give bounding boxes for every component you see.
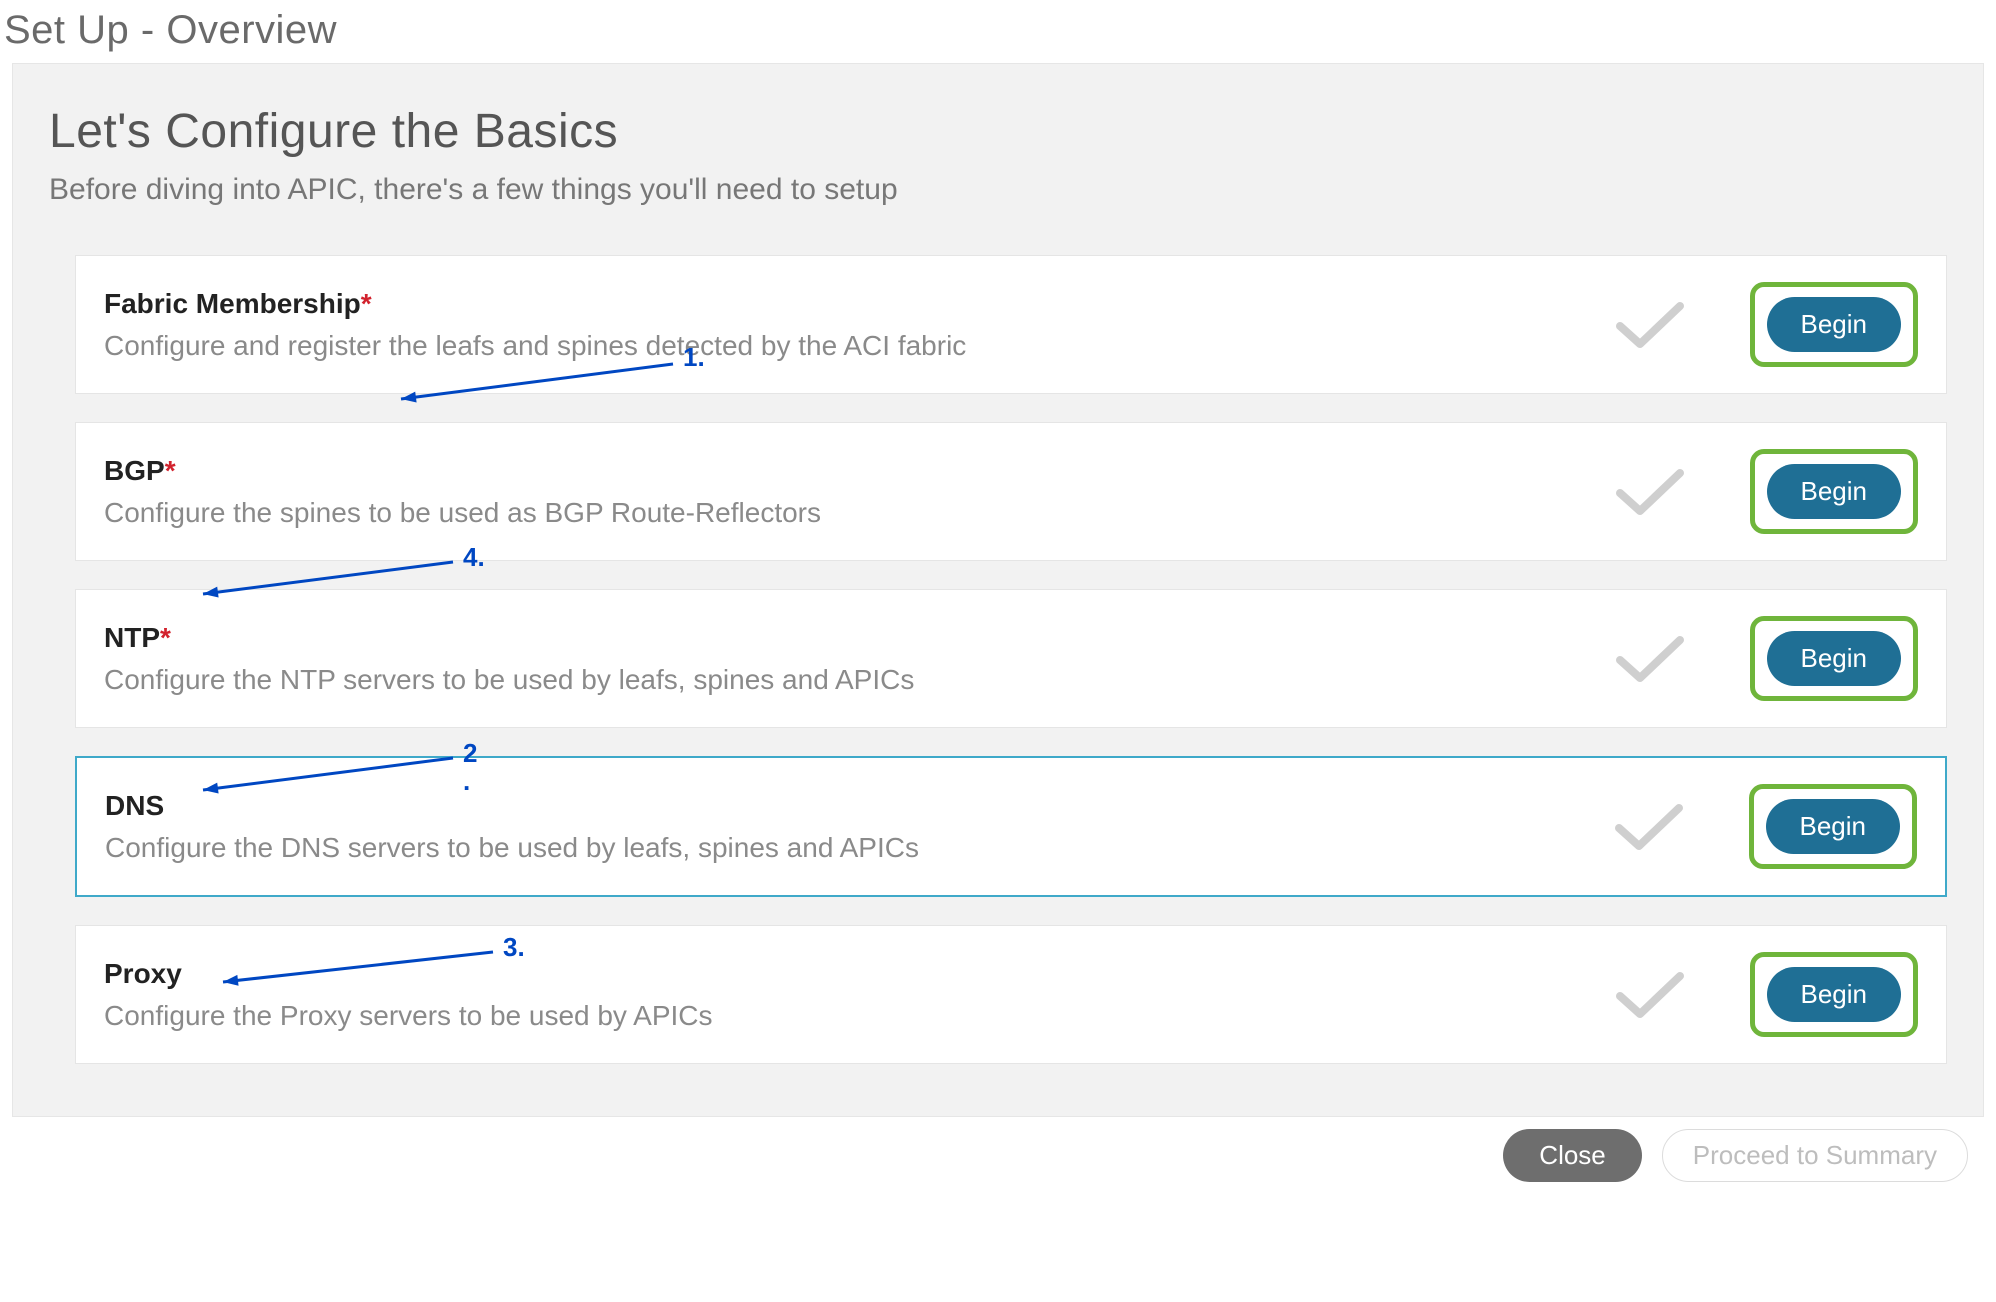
- setup-panel: Let's Configure the Basics Before diving…: [12, 63, 1984, 1117]
- page-title: Set Up - Overview: [0, 0, 1996, 63]
- card-title-label: NTP: [104, 622, 160, 653]
- check-icon: [1614, 632, 1686, 686]
- card-title-label: Fabric Membership: [104, 288, 361, 319]
- close-button[interactable]: Close: [1503, 1129, 1641, 1182]
- begin-button-proxy[interactable]: Begin: [1767, 967, 1902, 1022]
- required-asterisk: *: [165, 455, 176, 486]
- setup-cards-list: Fabric Membership*Configure and register…: [49, 255, 1947, 1064]
- card-title-label: DNS: [105, 790, 164, 821]
- card-text: Fabric Membership* Configure and register…: [104, 288, 1590, 362]
- check-icon: [1614, 968, 1686, 1022]
- begin-button-frame: Begin: [1749, 784, 1918, 869]
- hero-subtitle: Before diving into APIC, there's a few t…: [49, 173, 1947, 207]
- check-icon: [1614, 465, 1686, 519]
- status-check: [1590, 298, 1710, 352]
- status-check: [1590, 465, 1710, 519]
- card-description: Configure the Proxy servers to be used b…: [104, 1000, 1590, 1032]
- card-title-label: Proxy: [104, 958, 182, 989]
- card-title-label: BGP: [104, 455, 165, 486]
- begin-button-dns[interactable]: Begin: [1766, 799, 1901, 854]
- card-title: BGP*: [104, 455, 1590, 487]
- required-asterisk: *: [361, 288, 372, 319]
- dialog-footer: Close Proceed to Summary: [0, 1117, 1996, 1182]
- begin-button-frame: Begin: [1750, 616, 1919, 701]
- begin-button-frame: Begin: [1750, 449, 1919, 534]
- card-title: DNS: [105, 790, 1589, 822]
- card-description: Configure the NTP servers to be used by …: [104, 664, 1590, 696]
- card-text: NTP* Configure the NTP servers to be used…: [104, 622, 1590, 696]
- setup-card-bgp[interactable]: BGP* Configure the spines to be used as B…: [75, 422, 1947, 561]
- begin-button-frame: Begin: [1750, 282, 1919, 367]
- begin-button-bgp[interactable]: Begin: [1767, 464, 1902, 519]
- card-title: Proxy: [104, 958, 1590, 990]
- setup-card-dns[interactable]: DNS Configure the DNS servers to be used …: [75, 756, 1947, 897]
- hero-title: Let's Configure the Basics: [49, 104, 1947, 159]
- begin-button-frame: Begin: [1750, 952, 1919, 1037]
- check-icon: [1613, 800, 1685, 854]
- begin-button-ntp[interactable]: Begin: [1767, 631, 1902, 686]
- setup-card-fabric-membership[interactable]: Fabric Membership* Configure and register…: [75, 255, 1947, 394]
- check-icon: [1614, 298, 1686, 352]
- card-description: Configure and register the leafs and spi…: [104, 330, 1590, 362]
- card-text: DNS Configure the DNS servers to be used …: [105, 790, 1589, 864]
- card-description: Configure the DNS servers to be used by …: [105, 832, 1589, 864]
- card-text: Proxy Configure the Proxy servers to be u…: [104, 958, 1590, 1032]
- card-title: Fabric Membership*: [104, 288, 1590, 320]
- begin-button-fabric-membership[interactable]: Begin: [1767, 297, 1902, 352]
- proceed-to-summary-button: Proceed to Summary: [1662, 1129, 1968, 1182]
- status-check: [1589, 800, 1709, 854]
- card-text: BGP* Configure the spines to be used as B…: [104, 455, 1590, 529]
- card-description: Configure the spines to be used as BGP R…: [104, 497, 1590, 529]
- setup-card-proxy[interactable]: Proxy Configure the Proxy servers to be u…: [75, 925, 1947, 1064]
- setup-card-ntp[interactable]: NTP* Configure the NTP servers to be used…: [75, 589, 1947, 728]
- status-check: [1590, 632, 1710, 686]
- status-check: [1590, 968, 1710, 1022]
- card-title: NTP*: [104, 622, 1590, 654]
- required-asterisk: *: [160, 622, 171, 653]
